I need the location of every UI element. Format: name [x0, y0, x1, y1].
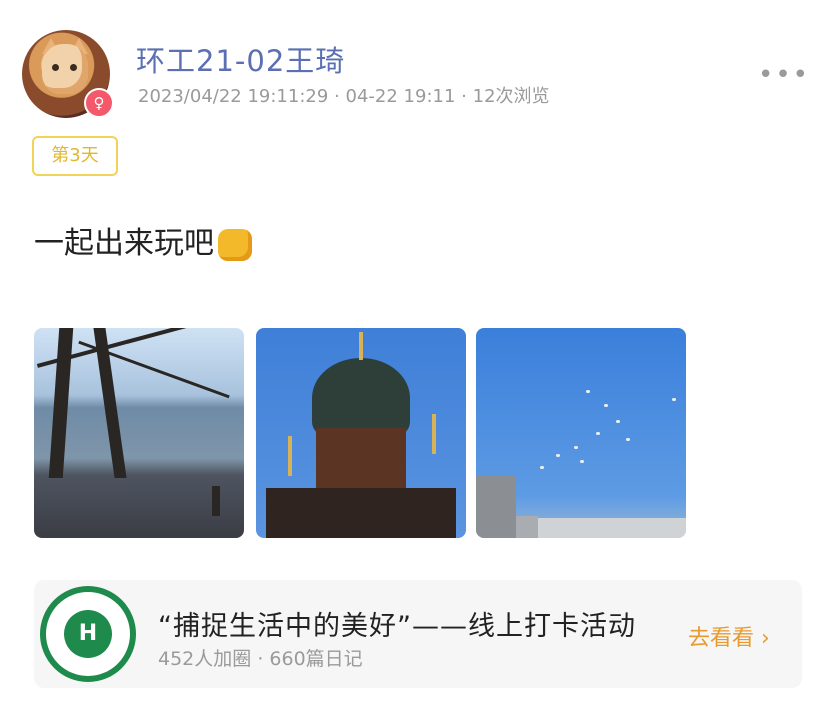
- bird: [672, 398, 676, 401]
- bird: [540, 466, 544, 469]
- bird: [586, 390, 590, 393]
- chevron-right-icon: ›: [761, 626, 770, 651]
- post-date-short: 04-22 19:11: [345, 86, 456, 107]
- bird: [616, 420, 620, 423]
- go-look-label: 去看看: [688, 626, 755, 651]
- cross-icon: [359, 332, 363, 360]
- diary-count: 660篇日记: [269, 648, 363, 670]
- bird: [604, 404, 608, 407]
- cross-icon: [432, 414, 436, 454]
- post-meta: 2023/04/22 19:11:29 · 04-22 19:11 · 12次浏…: [138, 82, 550, 108]
- school-logo: H: [40, 586, 136, 682]
- bird: [596, 432, 600, 435]
- person-silhouette: [212, 486, 220, 516]
- view-count: 12次浏览: [472, 86, 550, 107]
- more-options-icon[interactable]: •••: [758, 60, 810, 90]
- card-title[interactable]: “捕捉生活中的美好”——线上打卡活动: [158, 604, 636, 643]
- cathedral-photo[interactable]: [256, 328, 466, 538]
- meta-separator: ·: [461, 86, 467, 107]
- building: [516, 516, 538, 538]
- post-text: 一起出来玩吧: [34, 218, 252, 262]
- pigeons-sky-photo[interactable]: [476, 328, 686, 538]
- fist-emoji: [218, 228, 252, 261]
- cross-icon: [288, 436, 292, 476]
- meta-separator: ·: [334, 86, 340, 107]
- female-icon: ♀: [84, 88, 114, 118]
- member-count: 452人加圈: [158, 648, 252, 670]
- stats-separator: ·: [257, 648, 264, 670]
- author-name[interactable]: 环工21-02王琦: [136, 38, 345, 80]
- cathedral-base: [266, 488, 456, 538]
- bird: [574, 446, 578, 449]
- bird: [580, 460, 584, 463]
- cat-eye: [52, 64, 59, 71]
- go-look-button[interactable]: 去看看 ›: [688, 620, 770, 652]
- cat-face: [42, 44, 88, 94]
- card-stats: 452人加圈 · 660篇日记: [158, 644, 363, 671]
- building: [538, 518, 686, 538]
- bird: [556, 454, 560, 457]
- building: [476, 476, 516, 538]
- logo-emblem: H: [64, 610, 112, 658]
- riverside-trees-photo[interactable]: [34, 328, 244, 538]
- day-badge: 第3天: [32, 136, 118, 176]
- post-text-content: 一起出来玩吧: [34, 226, 214, 261]
- cat-eye: [70, 64, 77, 71]
- post-timestamp: 2023/04/22 19:11:29: [138, 86, 329, 107]
- tree-trunk: [48, 328, 74, 478]
- cathedral-dome: [312, 358, 410, 438]
- bird: [626, 438, 630, 441]
